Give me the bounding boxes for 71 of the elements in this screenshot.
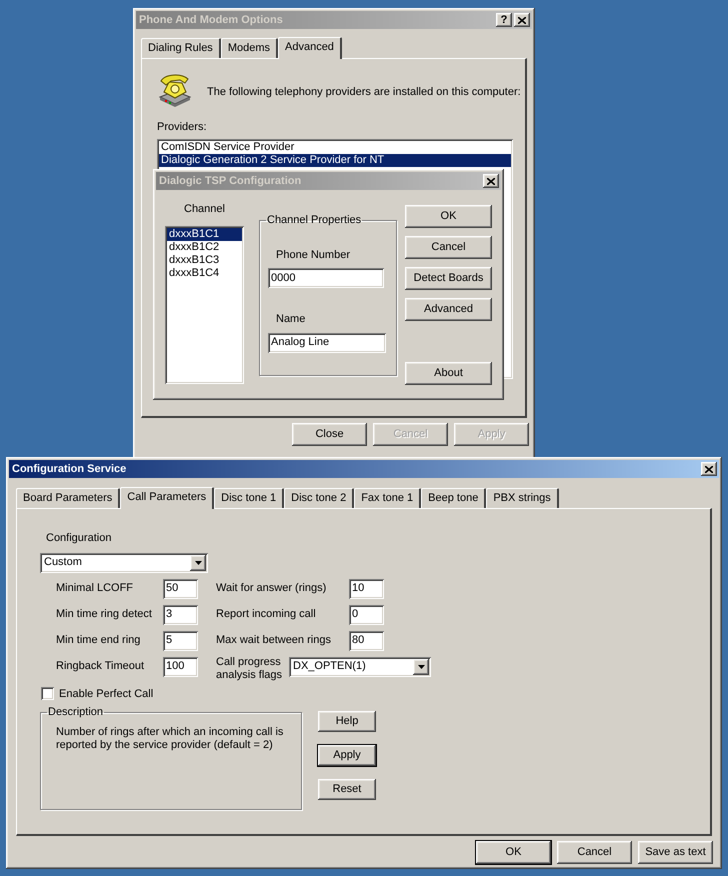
list-item[interactable]: dxxxB1C4 — [167, 266, 242, 280]
button[interactable]: Save as text — [638, 841, 713, 864]
input-field[interactable]: 50 — [163, 578, 198, 598]
input-field[interactable]: Analog Line — [268, 332, 386, 352]
close-button[interactable] — [701, 462, 717, 476]
button[interactable]: Help — [318, 711, 376, 732]
window-title: Dialogic TSP Configuration — [159, 174, 302, 189]
close-button[interactable] — [514, 13, 530, 27]
field-label: Wait for answer (rings) — [216, 581, 328, 596]
field-label: Min time ring detect — [56, 607, 153, 622]
list-item[interactable]: dxxxB1C1 — [167, 228, 242, 240]
tab[interactable]: Call Parameters — [120, 487, 214, 509]
field-label: Report incoming call — [216, 607, 317, 622]
input-field[interactable]: 10 — [349, 578, 384, 598]
field-label: Call progress analysis flags — [216, 656, 284, 682]
field-label: Ringback Timeout — [56, 659, 146, 674]
button[interactable]: Close — [292, 423, 367, 446]
checkbox[interactable] — [41, 687, 54, 700]
tab[interactable]: Disc tone 2 — [284, 488, 354, 508]
list-item[interactable]: Dialogic Generation 2 Service Provider for NT — [159, 154, 511, 166]
tab[interactable]: Modems — [220, 38, 278, 58]
tab[interactable]: Beep tone — [421, 488, 486, 508]
dropdown[interactable]: DX_OPTEN(1) — [289, 656, 431, 676]
input-field[interactable]: 100 — [163, 656, 198, 676]
button[interactable]: Apply — [318, 745, 376, 766]
description-text: Number of rings after which an incoming call is reported by the service provider (default = 2) — [56, 726, 284, 752]
button[interactable]: Advanced — [405, 298, 492, 321]
close-button[interactable] — [483, 174, 499, 188]
button[interactable]: Reset — [318, 779, 376, 800]
field-label: Name — [276, 312, 306, 327]
tab[interactable]: Board Parameters — [16, 488, 120, 508]
intro-text: The following telephony providers are installed on this computer: — [207, 84, 521, 100]
tab[interactable]: Fax tone 1 — [354, 488, 422, 508]
help-button[interactable]: ? — [496, 13, 512, 27]
tab[interactable]: Advanced — [278, 37, 342, 59]
button[interactable]: Cancel — [405, 236, 492, 259]
button[interactable]: About — [405, 362, 492, 385]
dropdown[interactable]: Custom — [40, 552, 208, 572]
close-icon — [518, 16, 526, 24]
button[interactable]: Cancel — [557, 841, 632, 864]
input-field[interactable]: 3 — [163, 604, 198, 624]
list-item[interactable]: dxxxB1C3 — [167, 254, 242, 266]
button[interactable]: Detect Boards — [405, 267, 492, 290]
window-title: Configuration Service — [12, 462, 126, 477]
providers-label: Providers: — [157, 120, 207, 135]
tab[interactable]: Dialing Rules — [141, 38, 221, 58]
button[interactable]: OK — [476, 841, 551, 864]
group-title: Channel Properties — [266, 213, 362, 228]
input-field[interactable]: 80 — [349, 630, 384, 650]
field-label: Phone Number — [276, 248, 350, 262]
window-title: Phone And Modem Options — [139, 12, 283, 28]
list-item[interactable]: ComISDN Service Provider — [159, 140, 511, 154]
channel-label: Channel — [184, 202, 225, 217]
field-label: Min time end ring — [56, 633, 142, 648]
group-title: Description — [47, 705, 104, 720]
field-label: Max wait between rings — [216, 633, 332, 648]
tab[interactable]: PBX strings — [486, 488, 559, 508]
input-field[interactable]: 0000 — [268, 268, 384, 288]
close-icon — [705, 466, 713, 472]
configuration-label: Configuration — [46, 531, 112, 546]
field-label: Minimal LCOFF — [56, 581, 134, 596]
telephone-icon — [157, 73, 193, 107]
input-field[interactable]: 0 — [349, 604, 384, 624]
close-icon — [487, 178, 495, 184]
list-item[interactable]: dxxxB1C2 — [167, 240, 242, 254]
dropdown-arrow-icon — [418, 664, 424, 668]
checkbox-label: Enable Perfect Call — [59, 686, 154, 702]
tab[interactable]: Disc tone 1 — [214, 488, 284, 508]
input-field[interactable]: 5 — [163, 630, 198, 650]
dropdown-arrow-icon — [194, 560, 202, 564]
button[interactable]: OK — [405, 205, 492, 228]
